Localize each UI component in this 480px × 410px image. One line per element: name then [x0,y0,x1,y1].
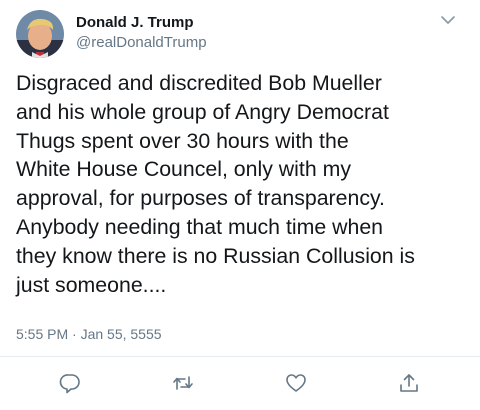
author-block: Donald J. Trump @realDonaldTrump [76,13,207,53]
avatar[interactable] [16,10,64,58]
author-display-name[interactable]: Donald J. Trump [76,13,207,32]
tweet-card: Donald J. Trump @realDonaldTrump Disgrac… [0,0,480,410]
heart-icon [286,374,306,392]
share-icon [400,374,418,392]
like-button[interactable] [285,372,307,394]
chevron-down-icon[interactable] [437,14,459,28]
tweet-timestamp[interactable]: 5:55 PM · Jan 55, 5555 [16,326,162,342]
profile-photo-icon [16,10,64,58]
tweet-text: Disgraced and discredited Bob Mueller an… [16,71,415,297]
retweet-icon [173,376,193,390]
reply-button[interactable] [59,372,81,394]
share-button[interactable] [398,372,420,394]
author-handle[interactable]: @realDonaldTrump [76,33,207,53]
retweet-button[interactable] [172,372,194,394]
divider [0,356,480,357]
reply-icon [59,374,80,394]
